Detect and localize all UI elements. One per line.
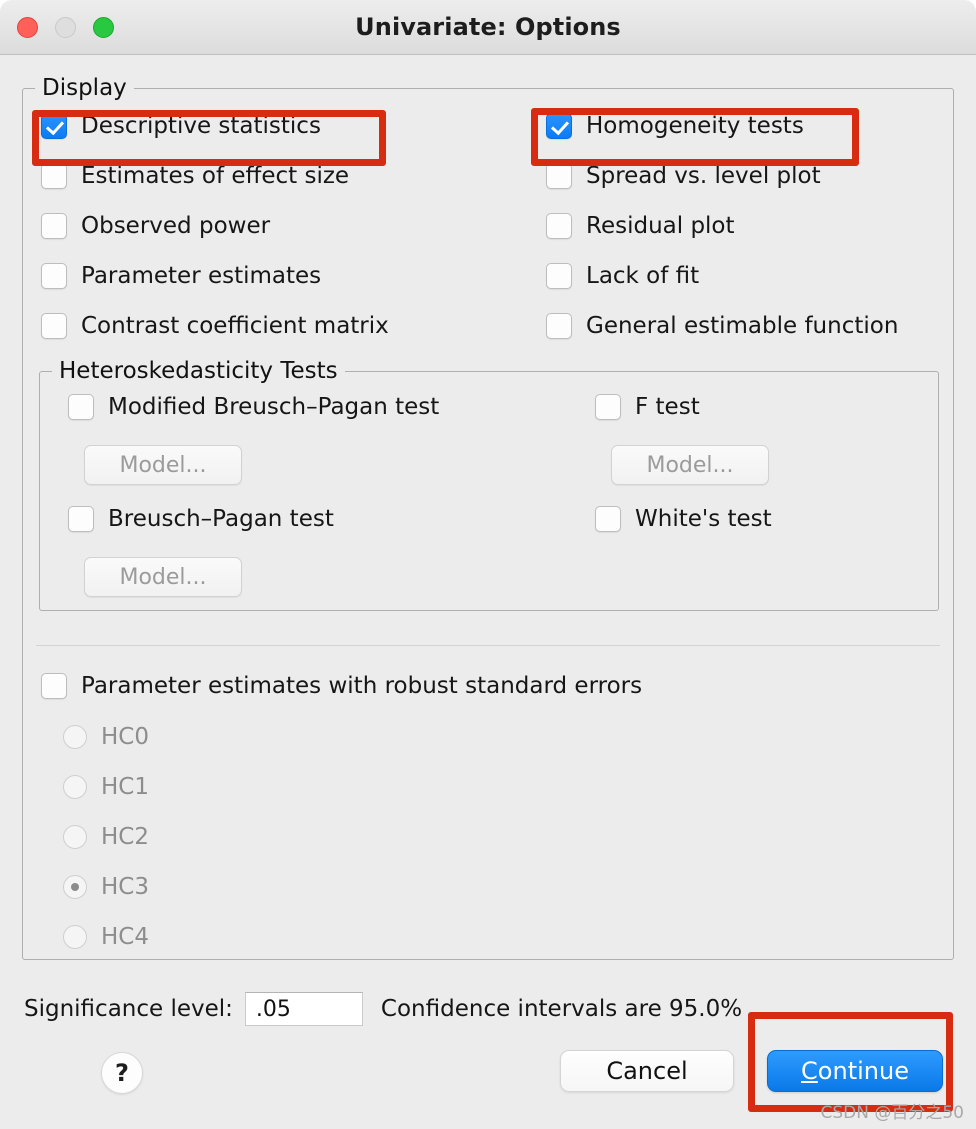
radio-button-hc0[interactable] [63, 725, 87, 749]
checkbox-box-general-estimable-function[interactable] [546, 313, 572, 339]
continue-label-rest: ontinue [817, 1057, 909, 1085]
continue-accelerator: C [801, 1057, 818, 1085]
checkbox-residual-plot[interactable]: Residual plot [546, 213, 735, 239]
help-button[interactable]: ? [101, 1052, 143, 1094]
checkbox-box-estimates-of-effect-size[interactable] [41, 163, 67, 189]
checkbox-label-general-estimable-function: General estimable function [586, 313, 899, 339]
univariate-options-dialog: Univariate: Options Display Descriptive … [0, 0, 976, 1129]
radio-label-hc4: HC4 [101, 924, 149, 950]
checkbox-box-parameter-estimates[interactable] [41, 263, 67, 289]
checkbox-f-test[interactable]: F test [595, 394, 700, 420]
checkbox-label-residual-plot: Residual plot [586, 213, 735, 239]
checkbox-box-residual-plot[interactable] [546, 213, 572, 239]
modified-breusch-pagan-model-button[interactable]: Model... [84, 445, 242, 485]
radio-label-hc3: HC3 [101, 874, 149, 900]
checkbox-modified-breusch-pagan-test[interactable]: Modified Breusch–Pagan test [68, 394, 439, 420]
radio-label-hc2: HC2 [101, 824, 149, 850]
checkbox-label-parameter-estimates-robust-standard-errors: Parameter estimates with robust standard… [81, 673, 643, 699]
checkbox-label-descriptive-statistics: Descriptive statistics [81, 113, 321, 139]
significance-level-input[interactable]: .05 [244, 992, 363, 1026]
checkbox-box-descriptive-statistics[interactable] [41, 113, 67, 139]
significance-level-label: Significance level: [24, 996, 233, 1022]
radio-label-hc0: HC0 [101, 724, 149, 750]
checkbox-box-parameter-estimates-robust-standard-errors[interactable] [41, 673, 67, 699]
checkbox-parameter-estimates[interactable]: Parameter estimates [41, 263, 321, 289]
significance-level-row: Significance level: .05 Confidence inter… [24, 992, 742, 1026]
checkbox-box-modified-breusch-pagan-test[interactable] [68, 394, 94, 420]
radio-label-hc1: HC1 [101, 774, 149, 800]
checkbox-box-lack-of-fit[interactable] [546, 263, 572, 289]
display-group-legend: Display [35, 75, 134, 101]
window-title: Univariate: Options [355, 13, 621, 41]
checkbox-observed-power[interactable]: Observed power [41, 213, 270, 239]
radio-hc3[interactable]: HC3 [63, 874, 149, 900]
radio-button-hc3[interactable] [63, 875, 87, 899]
display-group: Display Descriptive statistics Estimates… [22, 75, 954, 960]
checkbox-box-f-test[interactable] [595, 394, 621, 420]
checkbox-box-spread-vs-level-plot[interactable] [546, 163, 572, 189]
checkbox-label-modified-breusch-pagan-test: Modified Breusch–Pagan test [108, 394, 440, 420]
checkbox-box-contrast-coefficient-matrix[interactable] [41, 313, 67, 339]
watermark: CSDN @百分之50 [820, 1103, 964, 1123]
checkbox-estimates-of-effect-size[interactable]: Estimates of effect size [41, 163, 349, 189]
continue-button[interactable]: Continue [767, 1050, 943, 1092]
checkbox-contrast-coefficient-matrix[interactable]: Contrast coefficient matrix [41, 313, 389, 339]
checkbox-label-lack-of-fit: Lack of fit [586, 263, 700, 289]
checkbox-label-observed-power: Observed power [81, 213, 271, 239]
checkbox-box-breusch-pagan-test[interactable] [68, 506, 94, 532]
checkbox-breusch-pagan-test[interactable]: Breusch–Pagan test [68, 506, 334, 532]
radio-button-hc4[interactable] [63, 925, 87, 949]
radio-hc2[interactable]: HC2 [63, 824, 149, 850]
checkbox-descriptive-statistics[interactable]: Descriptive statistics [41, 113, 321, 139]
breusch-pagan-model-button[interactable]: Model... [84, 557, 242, 597]
heteroskedasticity-group-legend: Heteroskedasticity Tests [52, 358, 345, 384]
radio-button-hc1[interactable] [63, 775, 87, 799]
checkbox-label-contrast-coefficient-matrix: Contrast coefficient matrix [81, 313, 389, 339]
f-test-model-button[interactable]: Model... [611, 445, 769, 485]
checkbox-label-homogeneity-tests: Homogeneity tests [586, 113, 804, 139]
cancel-button[interactable]: Cancel [560, 1050, 734, 1092]
checkbox-lack-of-fit[interactable]: Lack of fit [546, 263, 699, 289]
confidence-interval-text: Confidence intervals are 95.0% [380, 996, 743, 1022]
checkbox-label-breusch-pagan-test: Breusch–Pagan test [108, 506, 334, 532]
checkbox-box-homogeneity-tests[interactable] [546, 113, 572, 139]
checkbox-label-f-test: F test [635, 394, 700, 420]
checkbox-parameter-estimates-robust-standard-errors[interactable]: Parameter estimates with robust standard… [41, 673, 642, 699]
radio-button-hc2[interactable] [63, 825, 87, 849]
section-divider [36, 645, 940, 646]
radio-hc0[interactable]: HC0 [63, 724, 149, 750]
checkbox-label-spread-vs-level-plot: Spread vs. level plot [586, 163, 821, 189]
checkbox-label-whites-test: White's test [635, 506, 772, 532]
checkbox-label-parameter-estimates: Parameter estimates [81, 263, 322, 289]
checkbox-homogeneity-tests[interactable]: Homogeneity tests [546, 113, 804, 139]
radio-hc1[interactable]: HC1 [63, 774, 149, 800]
checkbox-box-observed-power[interactable] [41, 213, 67, 239]
checkbox-box-whites-test[interactable] [595, 506, 621, 532]
radio-hc4[interactable]: HC4 [63, 924, 149, 950]
checkbox-label-estimates-of-effect-size: Estimates of effect size [81, 163, 350, 189]
heteroskedasticity-tests-group: Heteroskedasticity Tests Modified Breusc… [39, 358, 939, 611]
checkbox-spread-vs-level-plot[interactable]: Spread vs. level plot [546, 163, 821, 189]
title-bar: Univariate: Options [0, 0, 976, 55]
checkbox-general-estimable-function[interactable]: General estimable function [546, 313, 898, 339]
checkbox-whites-test[interactable]: White's test [595, 506, 772, 532]
